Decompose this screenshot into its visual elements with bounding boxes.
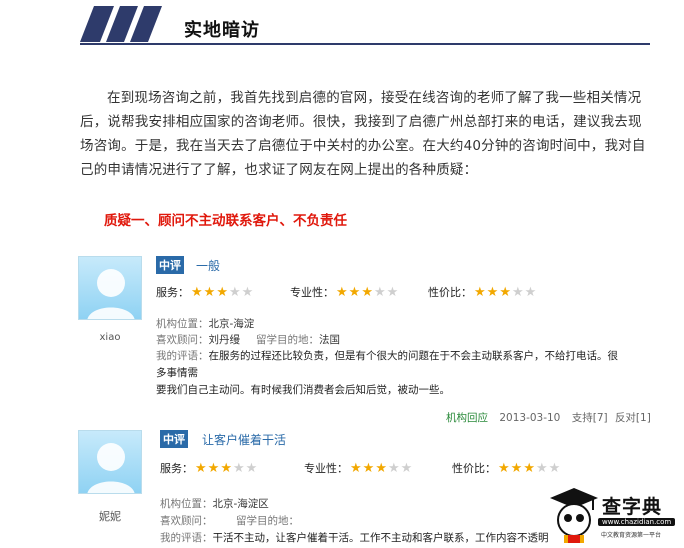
institution-reply-link[interactable]: 机构回应 <box>446 412 488 424</box>
professional-score: 专业性： ★ ★ ★ ★ ★ <box>290 284 399 300</box>
location-label: 机构位置： <box>160 498 213 510</box>
star-icon: ★ <box>510 460 523 476</box>
review-date: 2013-03-10 <box>499 412 561 424</box>
star-icon: ★ <box>245 460 258 476</box>
star-icon: ★ <box>499 284 511 300</box>
location-row: 机构位置：北京-海淀 <box>156 316 254 332</box>
professional-stars: ★ ★ ★ ★ ★ <box>336 286 399 299</box>
review-title[interactable]: 一般 <box>196 257 220 274</box>
star-icon: ★ <box>350 460 362 476</box>
doubt-heading: 质疑一、顾问不主动联系客户、不负责任 <box>104 213 347 229</box>
comment-label: 我的评语： <box>160 532 213 544</box>
comment-line-1: 干活不主动，让客户催着干活。工作不主动和客户联系，工作内容不透明 <box>212 532 549 544</box>
star-icon: ★ <box>486 284 499 300</box>
professional-score: 专业性： ★ ★ ★ ★ ★ <box>304 460 413 476</box>
section-title: 实地暗访 <box>184 20 260 41</box>
header-divider <box>80 43 650 45</box>
star-icon: ★ <box>362 460 375 476</box>
support-button[interactable]: 支持[7] <box>572 412 608 424</box>
consultant-row: 喜欢顾问：刘丹缦 <box>156 332 240 348</box>
destination-row: 留学目的地：法国 <box>256 332 340 348</box>
username[interactable]: 妮妮 <box>78 508 142 524</box>
star-icon: ★ <box>548 460 561 476</box>
star-icon: ★ <box>361 284 373 300</box>
star-icon: ★ <box>228 284 241 300</box>
star-icon: ★ <box>375 460 387 476</box>
service-score: 服务： ★ ★ ★ ★ ★ <box>160 460 258 476</box>
star-icon: ★ <box>241 284 254 300</box>
rating-badge: 中评 <box>160 430 188 448</box>
consultant-label: 喜欢顾问： <box>160 515 213 527</box>
star-icon: ★ <box>220 460 232 476</box>
star-icon: ★ <box>207 460 220 476</box>
review-title[interactable]: 让客户催着干活 <box>202 431 286 448</box>
location-value: 北京-海淀区 <box>212 498 269 510</box>
value-score: 性价比： ★ ★ ★ ★ ★ <box>428 284 537 300</box>
location-label: 机构位置： <box>156 318 209 330</box>
section-header: 实地暗访 <box>80 6 650 46</box>
value-stars: ★ ★ ★ ★ ★ <box>498 462 561 475</box>
destination-label: 留学目的地： <box>256 334 319 346</box>
comment-label: 我的评语： <box>156 350 209 362</box>
destination-label: 留学目的地： <box>236 515 299 527</box>
review-footer: 机构回应 2013-03-10 支持[7] 反对[1] <box>446 410 651 425</box>
logo-tagline: 中文教育资源第一平台 <box>601 532 662 539</box>
star-icon: ★ <box>498 460 510 476</box>
rating-badge: 中评 <box>156 256 184 274</box>
location-value: 北京-海淀 <box>208 318 255 330</box>
oppose-button[interactable]: 反对[1] <box>615 412 651 424</box>
star-icon: ★ <box>191 284 203 300</box>
star-icon: ★ <box>400 460 413 476</box>
star-icon: ★ <box>387 460 400 476</box>
star-icon: ★ <box>535 460 548 476</box>
logo-url: www.chazidian.com <box>598 518 676 526</box>
comment-line-1: 在服务的过程还比较负责，但是有个很大的问题在于不会主动联系客户，不给打电话。很多… <box>156 350 618 379</box>
service-label: 服务： <box>156 286 189 299</box>
header-stripes-decoration <box>80 6 162 42</box>
review-card: xiao 中评 一般 服务： ★ ★ ★ ★ ★ 专业性： ★ ★ ★ ★ ★ 性价比： ★ ★ ★… <box>78 256 658 424</box>
star-icon: ★ <box>195 460 207 476</box>
star-icon: ★ <box>524 284 537 300</box>
service-label: 服务： <box>160 462 193 475</box>
avatar[interactable] <box>78 256 142 320</box>
avatar[interactable] <box>78 430 142 494</box>
site-logo: 查字典 www.chazidian.com 中文教育资源第一平台 <box>546 484 684 548</box>
professional-label: 专业性： <box>304 462 348 475</box>
default-user-icon <box>87 269 135 319</box>
comment: 我的评语：干活不主动，让客户催着干活。工作不主动和客户联系，工作内容不透明 <box>160 530 600 547</box>
username[interactable]: xiao <box>78 332 142 343</box>
service-stars: ★ ★ ★ ★ ★ <box>195 462 258 475</box>
star-icon: ★ <box>511 284 524 300</box>
logo-name: 查字典 <box>602 496 663 518</box>
comment-line-2: 要我们自己主动问。有时候我们消费者会后知后觉，被动一些。 <box>156 384 450 396</box>
star-icon: ★ <box>474 284 486 300</box>
service-stars: ★ ★ ★ ★ ★ <box>191 286 254 299</box>
consultant-row: 喜欢顾问： <box>160 513 213 529</box>
star-icon: ★ <box>373 284 386 300</box>
star-icon: ★ <box>203 284 216 300</box>
graduate-mascot-icon <box>550 488 598 543</box>
value-label: 性价比： <box>428 286 472 299</box>
default-user-icon <box>87 443 135 493</box>
star-icon: ★ <box>523 460 535 476</box>
value-stars: ★ ★ ★ ★ ★ <box>474 286 537 299</box>
location-row: 机构位置：北京-海淀区 <box>160 496 269 512</box>
intro-paragraph: 在到现场咨询之前，我首先找到启德的官网，接受在线咨询的老师了解了我一些相关情况后… <box>80 90 646 178</box>
star-icon: ★ <box>348 284 361 300</box>
destination-value: 法国 <box>319 334 340 346</box>
value-label: 性价比： <box>452 462 496 475</box>
professional-stars: ★ ★ ★ ★ ★ <box>350 462 413 475</box>
star-icon: ★ <box>386 284 399 300</box>
professional-label: 专业性： <box>290 286 334 299</box>
consultant-value: 刘丹缦 <box>208 334 241 346</box>
star-icon: ★ <box>232 460 245 476</box>
star-icon: ★ <box>336 284 348 300</box>
destination-row: 留学目的地： <box>236 513 299 529</box>
star-icon: ★ <box>216 284 228 300</box>
consultant-label: 喜欢顾问： <box>156 334 209 346</box>
service-score: 服务： ★ ★ ★ ★ ★ <box>156 284 254 300</box>
value-score: 性价比： ★ ★ ★ ★ ★ <box>452 460 561 476</box>
comment: 我的评语：在服务的过程还比较负责，但是有个很大的问题在于不会主动联系客户，不给打… <box>156 348 626 399</box>
